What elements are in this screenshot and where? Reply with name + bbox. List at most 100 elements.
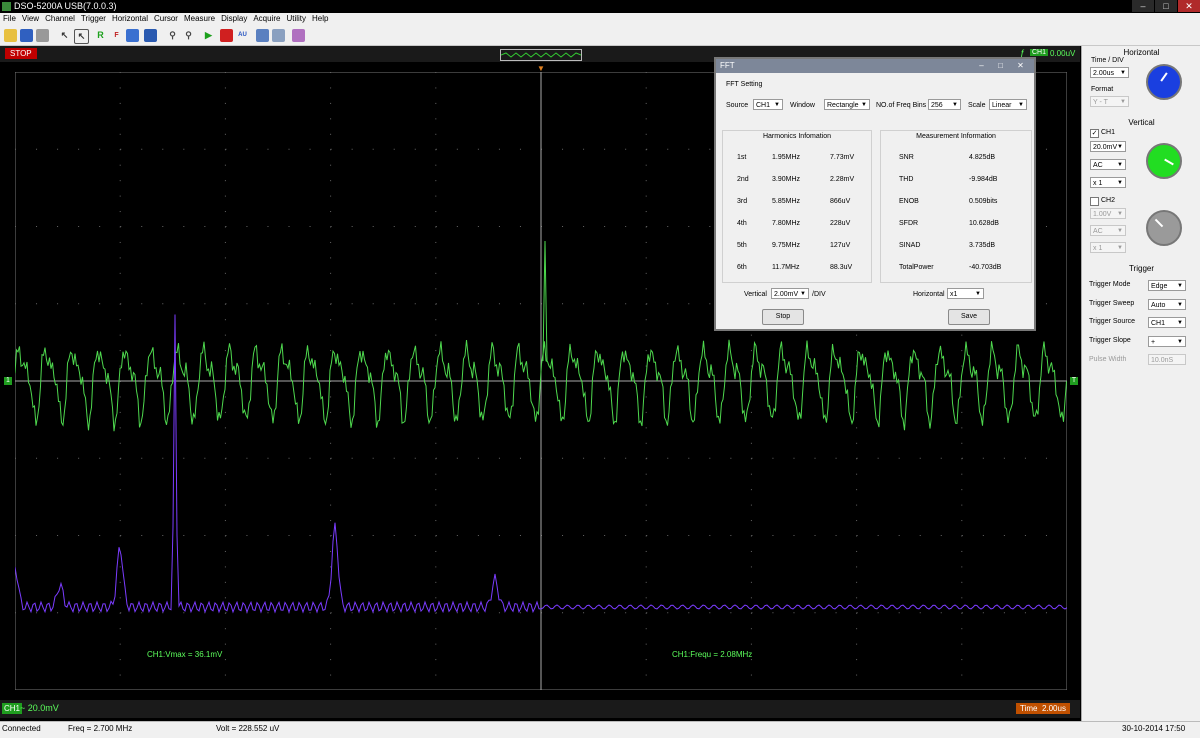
trigger-source-label: Trigger Source [1089,318,1136,325]
close-button[interactable]: ✕ [1178,0,1200,12]
ch2-volts-knob[interactable] [1146,210,1182,246]
fft-bins-select[interactable]: 256 ▼ [928,99,961,110]
trigger-level: 0.00uV [1050,49,1076,58]
trigger-level-marker[interactable]: T [1070,377,1078,385]
ch1-probe-select[interactable]: x 1 ▼ [1090,177,1126,188]
menu-channel[interactable]: Channel [42,13,78,24]
minimize-button[interactable]: – [1132,0,1154,12]
ch1-volts-select[interactable]: 20.0mV ▼ [1090,141,1126,152]
menu-file[interactable]: File [0,13,19,24]
menu-view[interactable]: View [19,13,42,24]
fft-vertical-value: 2.00mV [774,291,799,298]
measurement-title: Measurement Information [916,133,996,140]
ch2-volts-select[interactable]: 1.00V ▼ [1090,208,1126,219]
auto-icon[interactable]: AU [236,29,249,42]
frequency-measurement: CH1:Frequ = 2.08MHz [672,650,753,659]
menu-trigger[interactable]: Trigger [78,13,109,24]
fft-stop-button[interactable]: Stop [762,309,804,325]
horizontal-title: Horizontal [1123,48,1160,57]
fft-vertical-select[interactable]: 2.00mV ▼ [771,288,809,299]
trigger-slope-select[interactable]: + ▼ [1148,336,1186,347]
ch1-coupling-select[interactable]: AC ▼ [1090,159,1126,170]
fft-dialog-titlebar[interactable]: FFT – □ ✕ [716,59,1034,73]
stop-icon[interactable] [220,29,233,42]
print-icon[interactable] [36,29,49,42]
scope-bottom-bar [0,700,1080,718]
fft-heading: FFT Setting [726,81,763,88]
measure-icon[interactable] [126,29,139,42]
fft-save-button[interactable]: Save [948,309,990,325]
fft-horizontal-select[interactable]: x1 ▼ [947,288,984,299]
menu-display[interactable]: Display [218,13,250,24]
fft-dialog-title: FFT [720,61,735,70]
trigger-sweep-label: Trigger Sweep [1089,300,1135,307]
pulse-width-field[interactable]: 10.0nS [1148,354,1186,365]
fft-vertical-label: Vertical [744,291,767,298]
ch1-level-marker[interactable]: 1 [4,377,12,385]
eraser-icon[interactable] [292,29,305,42]
zoom-out-icon[interactable]: ⚲ [182,29,195,42]
measurement-value: 3.735dB [969,242,996,249]
fft-source-value: CH1 [756,102,771,109]
fft-maximize-button[interactable]: □ [992,60,1009,71]
pointer-icon[interactable]: ↖ [74,29,89,44]
run-state-badge[interactable]: STOP [5,48,37,59]
menu-cursor[interactable]: Cursor [151,13,181,24]
chevron-down-icon: ▼ [1117,245,1123,251]
capture-icon[interactable] [256,29,269,42]
fft-scale-select[interactable]: Linear ▼ [989,99,1027,110]
time-div-label: Time / DIV [1091,57,1124,64]
status-datetime: 30-10-2014 17:50 [1122,724,1186,733]
zoom-in-icon[interactable]: ⚲ [166,29,179,42]
timebase-overview [500,49,582,61]
menu-utility[interactable]: Utility [283,13,309,24]
fft-bins-label: NO.of Freq Bins [876,102,927,109]
fft-close-button[interactable]: ✕ [1012,60,1029,71]
fft-window-select[interactable]: Rectangle ▼ [824,99,870,110]
trigger-source-select[interactable]: CH1 ▼ [1148,317,1186,328]
maximize-button[interactable]: □ [1155,0,1177,12]
harmonic-amplitude: 7.73mV [830,154,855,161]
math-icon[interactable]: F [110,29,123,42]
menu-acquire[interactable]: Acquire [250,13,283,24]
measurement-name: TotalPower [899,264,934,271]
harmonic-amplitude: 2.28mV [830,176,855,183]
measurement-value: 4.825dB [969,154,996,161]
menu-horizontal[interactable]: Horizontal [109,13,151,24]
ref-icon[interactable]: R [94,29,107,42]
window-title: DSO-5200A USB(7.0.0.3) [14,1,117,11]
menu-help[interactable]: Help [309,13,331,24]
trigger-sweep-select[interactable]: Auto ▼ [1148,299,1186,310]
trigger-mode-select[interactable]: Edge ▼ [1148,280,1186,291]
pulse-width-value: 10.0nS [1151,357,1174,364]
chevron-down-icon: ▼ [1117,211,1123,217]
ch1-volts-knob[interactable] [1146,143,1182,179]
timebase-badge: Time 2.00us [1016,703,1070,714]
ch1-probe-value: x 1 [1093,180,1103,187]
format-select[interactable]: Y - T ▼ [1090,96,1129,107]
ch2-checkbox[interactable] [1090,197,1099,206]
chevron-down-icon: ▼ [1120,99,1126,105]
select-cursor-icon[interactable]: ↖ [58,29,71,42]
settings-icon[interactable] [272,29,285,42]
time-div-select[interactable]: 2.00us ▼ [1090,67,1129,78]
menu-measure[interactable]: Measure [181,13,218,24]
open-icon[interactable] [4,29,17,42]
chevron-down-icon: ▼ [1177,302,1183,308]
trigger-title: Trigger [1128,264,1155,273]
time-div-knob[interactable] [1146,64,1182,100]
fft-source-select[interactable]: CH1 ▼ [753,99,783,110]
vmax-measurement: CH1:Vmax = 36.1mV [147,650,223,659]
harmonic-order: 1st [737,154,747,161]
ch2-coupling-select[interactable]: AC ▼ [1090,225,1126,236]
ch1-label: CH1 [1101,129,1116,136]
run-icon[interactable]: ▶ [202,29,215,42]
chevron-down-icon: ▼ [1177,320,1183,326]
save-icon[interactable] [20,29,33,42]
ch1-checkbox[interactable]: ✓ [1090,129,1099,138]
trigger-position-marker[interactable]: ▼ [537,64,545,73]
ch2-probe-select[interactable]: x 1 ▼ [1090,242,1126,253]
fft-minimize-button[interactable]: – [973,60,990,71]
format-label: Format [1091,86,1114,93]
fft-icon[interactable] [144,29,157,42]
